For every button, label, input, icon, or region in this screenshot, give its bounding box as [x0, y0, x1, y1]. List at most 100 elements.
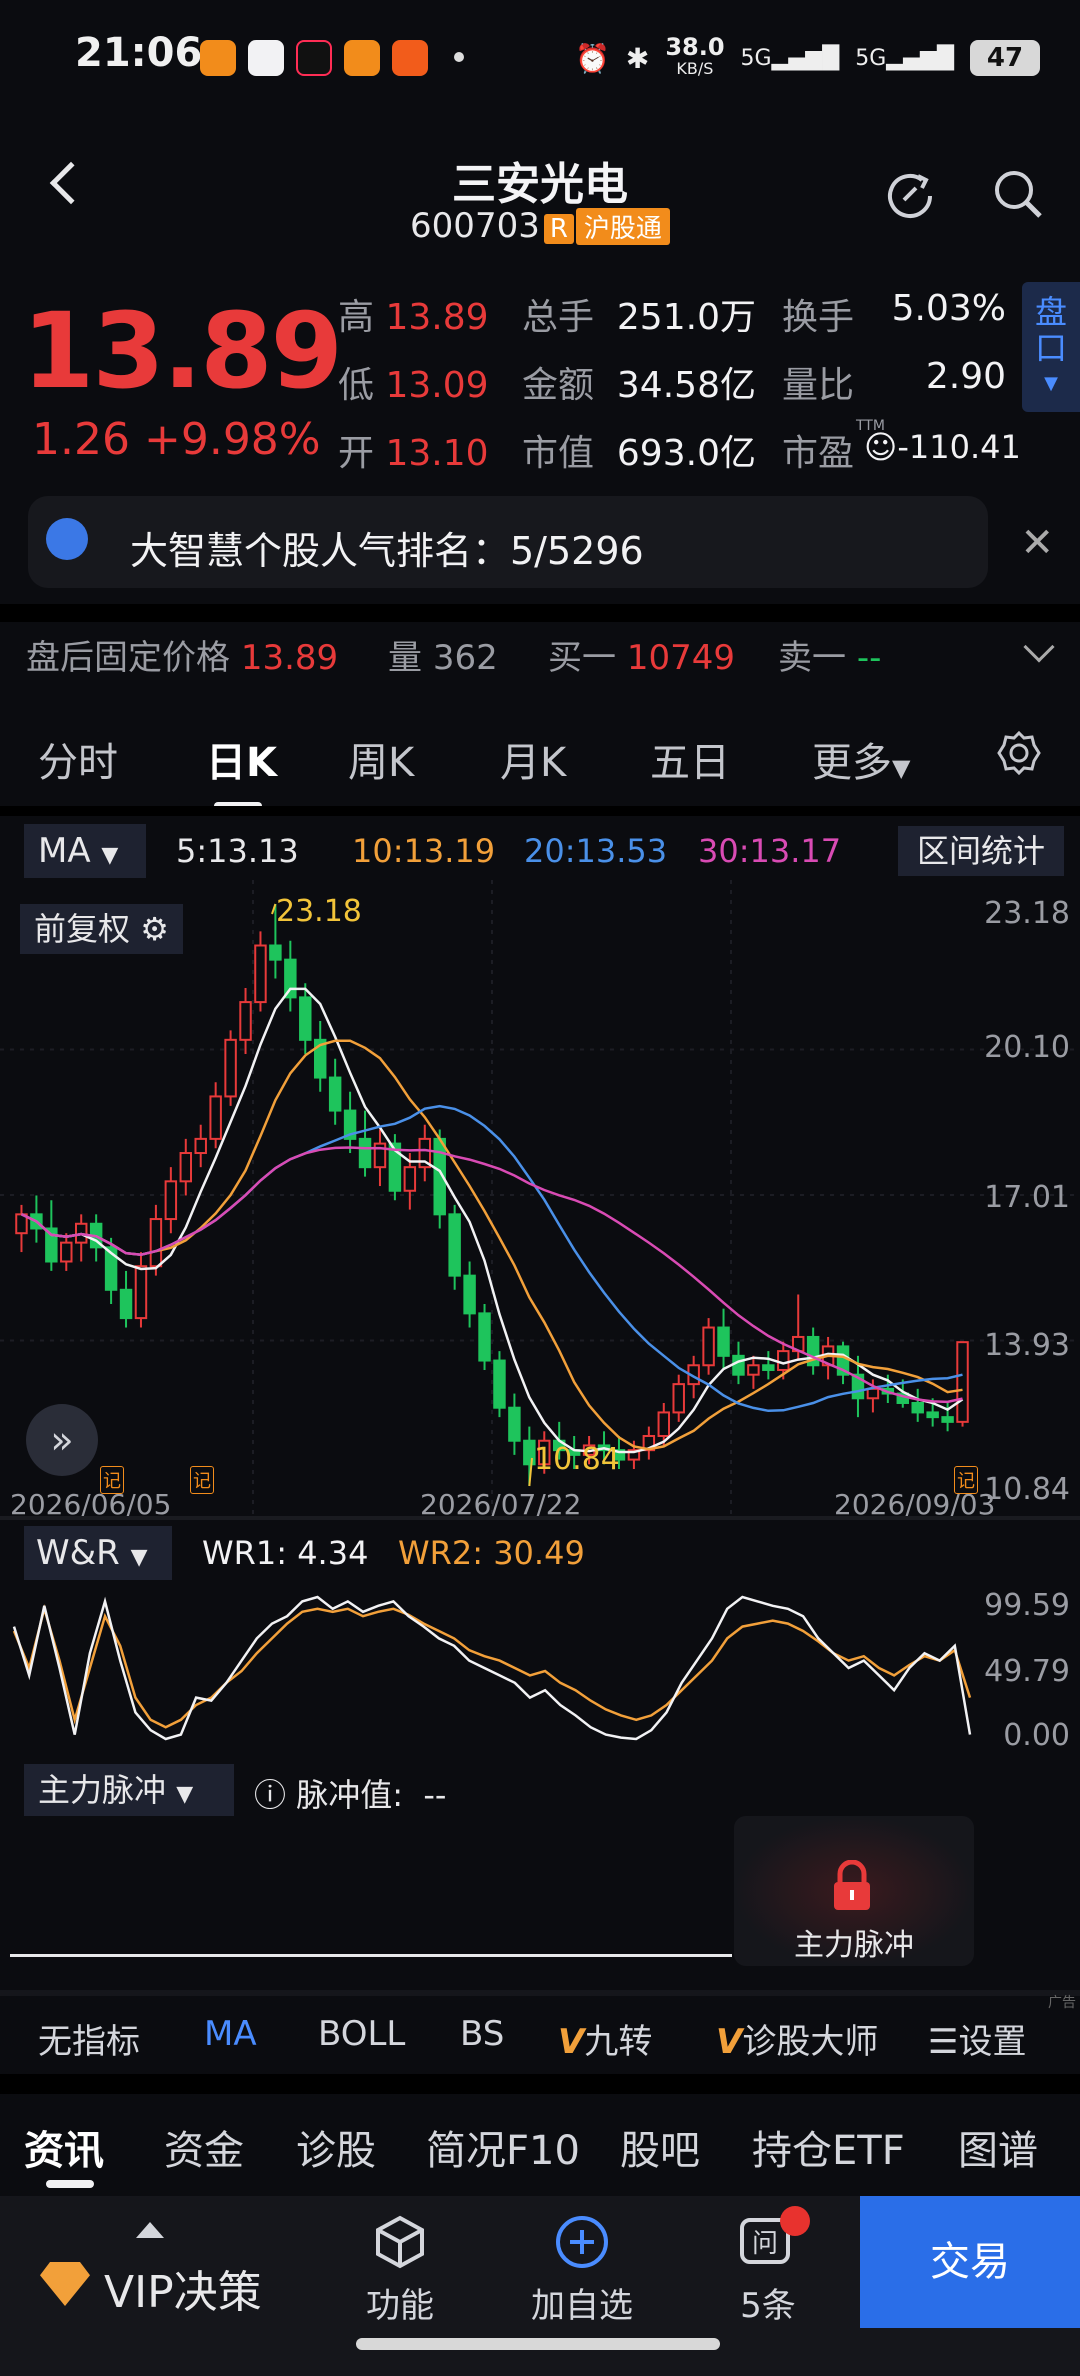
tab-five-day[interactable]: 五日 — [650, 730, 730, 788]
y-tick-label: 13.93 — [984, 1328, 1070, 1363]
candle-body — [702, 1326, 715, 1367]
candle-body — [239, 1001, 252, 1041]
divider — [0, 1516, 1080, 1520]
range-stats-button[interactable]: 区间统计 — [898, 826, 1064, 876]
candle-body — [911, 1401, 924, 1414]
indicator-diagnosis[interactable]: V诊股大师 — [716, 2014, 878, 2063]
indicator-boll[interactable]: BOLL — [318, 2014, 405, 2054]
candle-body — [777, 1350, 790, 1371]
ratio-value: 2.90 — [925, 356, 1006, 397]
candle-body — [463, 1274, 476, 1315]
candle-body — [328, 1076, 342, 1112]
event-marker[interactable]: 记 — [954, 1466, 978, 1494]
ma-selector[interactable]: MA ▼ — [24, 824, 146, 878]
tab-intraday[interactable]: 分时 — [38, 730, 118, 788]
candle-body — [747, 1364, 760, 1376]
expand-up-icon[interactable] — [136, 2222, 164, 2238]
expand-icon[interactable]: » — [26, 1404, 98, 1476]
tiktok-icon — [296, 40, 332, 76]
search-icon[interactable] — [990, 166, 1046, 222]
trade-button[interactable]: 交易 — [860, 2196, 1080, 2328]
signal-icon: 5G▂▄▆█ — [855, 45, 954, 71]
wr1-line — [12, 1595, 972, 1741]
candle-body — [269, 944, 282, 961]
tab-more[interactable]: 更多▼ — [812, 730, 910, 788]
tab-weekly-k[interactable]: 周K — [348, 730, 414, 788]
candle-body — [403, 1166, 417, 1192]
app-notification-icon — [248, 40, 284, 76]
candle-body — [209, 1095, 222, 1140]
candle-body — [224, 1038, 237, 1098]
candle-body — [508, 1406, 521, 1442]
candle-body — [119, 1288, 133, 1320]
ratio-label: 量比 — [782, 365, 855, 406]
pulse-baseline — [10, 1954, 732, 1957]
indicator-nine-turns[interactable]: V九转 — [558, 2014, 652, 2063]
wr2-line — [12, 1604, 972, 1729]
ask-label[interactable]: 5条 — [698, 2278, 838, 2327]
wr-y-tick: 0.00 — [1003, 1718, 1070, 1753]
tab-f10[interactable]: 简况F10 — [426, 2118, 580, 2176]
refresh-icon[interactable] — [882, 166, 938, 222]
quote-amount: 金额 34.58亿 — [522, 365, 756, 406]
pulse-selector[interactable]: 主力脉冲 ▼ — [24, 1764, 234, 1816]
event-marker[interactable]: 记 — [190, 1466, 214, 1494]
market-badge: 沪股通 — [575, 208, 670, 245]
y-tick-label: 20.10 — [984, 1030, 1070, 1065]
tab-diagnosis[interactable]: 诊股 — [296, 2118, 376, 2176]
candle-body — [254, 944, 267, 1004]
tab-news[interactable]: 资讯 — [24, 2118, 104, 2176]
tab-forum[interactable]: 股吧 — [620, 2118, 700, 2176]
quote-mcap: 市值 693.0亿 — [522, 433, 756, 474]
signal-5g-icon: 5G▂▄▆█ — [740, 45, 840, 71]
tab-graph[interactable]: 图谱 — [958, 2118, 1038, 2176]
chevron-down-icon[interactable] — [1023, 631, 1055, 663]
ma20-legend: 20:13.53 — [524, 832, 668, 870]
wr2-legend: WR2: 30.49 — [398, 1534, 585, 1572]
candle-body — [299, 996, 312, 1041]
candlestick-chart[interactable] — [0, 880, 1080, 1520]
candle-body — [657, 1411, 671, 1438]
wr-y-tick: 49.79 — [984, 1654, 1070, 1689]
lock-icon — [834, 1860, 870, 1910]
event-marker[interactable]: 记 — [100, 1466, 124, 1494]
tab-etf[interactable]: 持仓ETF — [752, 2118, 905, 2176]
pe-label: 市盈 — [782, 433, 855, 474]
low-annotation: 10.84 — [534, 1442, 620, 1477]
candle-body — [149, 1218, 163, 1268]
svg-text:问: 问 — [752, 2229, 778, 2259]
home-indicator[interactable] — [356, 2338, 720, 2350]
indicator-bs[interactable]: BS — [460, 2014, 504, 2054]
owl-icon — [46, 518, 88, 560]
function-icon[interactable] — [372, 2214, 428, 2270]
candle-body — [956, 1341, 969, 1423]
ma5-legend: 5:13.13 — [176, 832, 299, 870]
tab-daily-k[interactable]: 日K — [206, 730, 277, 788]
function-label[interactable]: 功能 — [330, 2278, 470, 2327]
after-hours-bid: 买一 10749 — [548, 638, 735, 678]
tab-monthly-k[interactable]: 月K — [500, 730, 566, 788]
battery-icon: 47 — [970, 40, 1040, 76]
notification-dot — [780, 2206, 810, 2236]
vip-decision-button[interactable]: VIP决策 — [104, 2256, 262, 2320]
candle-body — [194, 1137, 207, 1155]
indicator-settings[interactable]: ☰设置 — [928, 2014, 1026, 2063]
stock-code: 600703 — [410, 206, 540, 246]
tab-funds[interactable]: 资金 — [164, 2118, 244, 2176]
indicator-ma[interactable]: MA — [204, 2014, 257, 2054]
ad-mark: 广告 — [1048, 1995, 1076, 2011]
candle-body — [134, 1265, 148, 1320]
adjust-mode-button[interactable]: 前复权 ⚙ — [20, 904, 183, 954]
ma30-legend: 30:13.17 — [698, 832, 842, 870]
wr-selector[interactable]: W&R ▼ — [24, 1526, 172, 1580]
gear-icon[interactable] — [996, 730, 1042, 776]
quote-low: 低 13.09 — [338, 365, 489, 406]
high-annotation: 23.18 — [276, 894, 362, 929]
status-right: ⏰ ✱ 38.0 KB/S 5G▂▄▆█ 5G▂▄▆█ 47 — [575, 35, 1040, 80]
add-watchlist-icon[interactable] — [554, 2214, 610, 2270]
candle-body — [60, 1241, 73, 1263]
pankou-button[interactable]: 盘口 ▼ — [1022, 282, 1080, 412]
close-icon[interactable]: ✕ — [1020, 520, 1054, 566]
indicator-none[interactable]: 无指标 — [38, 2014, 140, 2063]
add-watchlist-label[interactable]: 加自选 — [512, 2278, 652, 2327]
